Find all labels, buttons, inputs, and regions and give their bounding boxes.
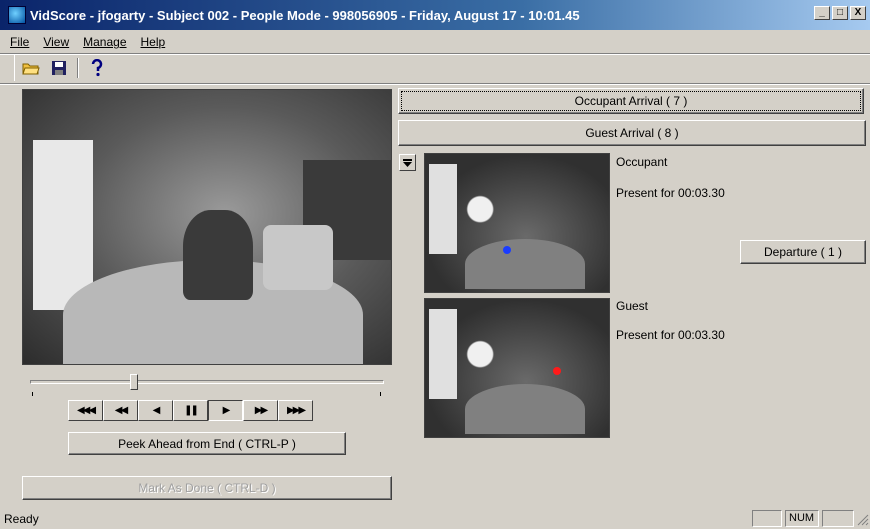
guest-thumbnail xyxy=(424,298,610,438)
status-text: Ready xyxy=(4,512,39,526)
collapse-chevron-icon[interactable] xyxy=(399,154,416,171)
main-video-frame xyxy=(22,89,392,365)
status-panel-caps xyxy=(752,510,782,527)
thumb-desk-shape xyxy=(465,239,585,289)
mark-as-done-button[interactable]: Mark As Done ( CTRL-D ) xyxy=(22,476,392,500)
peek-ahead-button[interactable]: Peek Ahead from End ( CTRL-P ) xyxy=(68,432,346,455)
maximize-button[interactable]: □ xyxy=(832,6,848,20)
seek-tick-end xyxy=(380,392,381,396)
app-icon xyxy=(8,6,26,24)
status-panel-scroll xyxy=(822,510,854,527)
toolbar xyxy=(14,55,107,81)
close-button[interactable]: X xyxy=(850,6,866,20)
seek-tick-start xyxy=(32,392,33,396)
menu-bar: File View Manage Help xyxy=(0,32,870,52)
menu-help[interactable]: Help xyxy=(141,35,166,49)
rewind-button[interactable]: ◀◀ xyxy=(103,400,138,421)
title-bar[interactable]: VidScore - jfogarty - Subject 002 - Peop… xyxy=(0,0,870,30)
menu-view[interactable]: View xyxy=(43,35,69,49)
fast-forward-fast-button[interactable]: ▶▶▶ xyxy=(278,400,313,421)
rewind-fast-button[interactable]: ◀◀◀ xyxy=(68,400,103,421)
resize-grip-icon[interactable] xyxy=(857,514,869,526)
occupant-present-label: Present for 00:03.30 xyxy=(616,186,725,200)
guest-present-label: Present for 00:03.30 xyxy=(616,328,725,342)
window-controls: _ □ X xyxy=(814,6,866,20)
fast-forward-button[interactable]: ▶▶ xyxy=(243,400,278,421)
thumb-desk-shape xyxy=(465,384,585,434)
guest-role-label: Guest xyxy=(616,299,649,313)
occupant-arrival-button[interactable]: Occupant Arrival ( 7 ) xyxy=(398,88,864,114)
occupant-thumbnail xyxy=(424,153,610,293)
guest-arrival-button[interactable]: Guest Arrival ( 8 ) xyxy=(398,120,866,146)
status-panel-num: NUM xyxy=(785,510,819,527)
transport-controls: ◀◀◀ ◀◀ ◀ ❚❚ ▶ ▶▶ ▶▶▶ xyxy=(68,400,313,421)
seek-slider[interactable] xyxy=(30,374,384,398)
thumb-window-shape xyxy=(429,309,457,399)
departure-button[interactable]: Departure ( 1 ) xyxy=(740,240,866,264)
menu-file[interactable]: File xyxy=(10,35,29,49)
video-window-shape xyxy=(33,140,93,310)
status-bar: Ready NUM xyxy=(0,508,870,529)
occupant-marker xyxy=(503,246,511,254)
video-person-shape xyxy=(183,210,253,300)
play-button[interactable]: ▶ xyxy=(208,400,243,421)
open-folder-icon[interactable] xyxy=(21,58,41,78)
help-icon[interactable] xyxy=(87,58,107,78)
menu-manage[interactable]: Manage xyxy=(83,35,126,49)
save-icon[interactable] xyxy=(49,58,69,78)
toolbar-separator xyxy=(77,58,79,78)
video-monitor-shape xyxy=(263,225,333,290)
toolbar-divider xyxy=(0,83,870,85)
minimize-button[interactable]: _ xyxy=(814,6,830,20)
menu-divider xyxy=(0,53,870,55)
seek-track xyxy=(30,380,384,384)
thumb-window-shape xyxy=(429,164,457,254)
seek-thumb[interactable] xyxy=(130,374,138,390)
pause-button[interactable]: ❚❚ xyxy=(173,400,208,421)
guest-marker xyxy=(553,367,561,375)
window-title: VidScore - jfogarty - Subject 002 - Peop… xyxy=(30,7,580,23)
occupant-role-label: Occupant xyxy=(616,155,668,169)
step-back-button[interactable]: ◀ xyxy=(138,400,173,421)
